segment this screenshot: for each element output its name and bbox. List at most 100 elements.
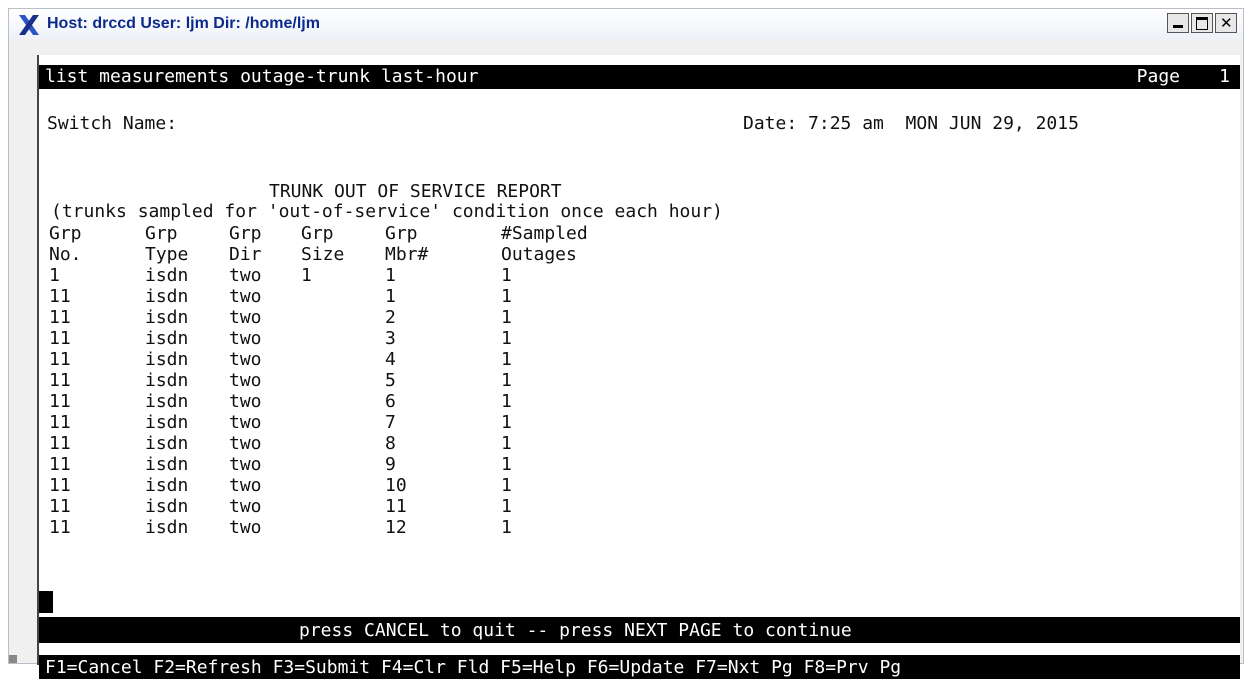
cell-grp-no: 11: [49, 454, 71, 475]
cell-grp-mbr: 3: [385, 328, 396, 349]
cell-grp-type: isdn: [145, 286, 189, 307]
cell-grp-type: isdn: [145, 433, 189, 454]
text-cursor: [39, 591, 53, 613]
cell-grp-mbr: 4: [385, 349, 396, 370]
cell-grp-no: 11: [49, 391, 71, 412]
cell-grp-type: Type: [145, 244, 189, 265]
cell-grp-type: isdn: [145, 412, 189, 433]
function-key-bar[interactable]: F1=Cancel F2=Refresh F3=Submit F4=Clr Fl…: [39, 655, 1240, 679]
table-row: 11 isdn two 5 1: [39, 370, 1240, 392]
cell-grp-type: isdn: [145, 328, 189, 349]
table-row: 11 isdn two 4 1: [39, 349, 1240, 371]
cell-grp-dir: Grp: [229, 223, 262, 244]
table-row: 11 isdn two 3 1: [39, 328, 1240, 350]
cell-grp-type: isdn: [145, 454, 189, 475]
cell-grp-dir: two: [229, 496, 262, 517]
cell-grp-mbr: 2: [385, 307, 396, 328]
cell-sampled-outages: 1: [501, 349, 512, 370]
cell-grp-no: 11: [49, 412, 71, 433]
cell-grp-mbr: 11: [385, 496, 407, 517]
cell-grp-no: No.: [49, 244, 82, 265]
cell-grp-mbr: Mbr#: [385, 244, 429, 265]
title-bar[interactable]: Host: drccd User: ljm Dir: /home/ljm ✕: [9, 9, 1243, 39]
cell-grp-no: 11: [49, 496, 71, 517]
cell-grp-mbr: Grp: [385, 223, 418, 244]
cell-grp-no: 11: [49, 349, 71, 370]
cell-grp-no: 11: [49, 328, 71, 349]
cell-grp-dir: two: [229, 370, 262, 391]
cell-grp-no: 11: [49, 370, 71, 391]
table-row: 11 isdn two 11 1: [39, 496, 1240, 518]
cell-sampled-outages: 1: [501, 475, 512, 496]
cell-grp-mbr: 6: [385, 391, 396, 412]
cell-grp-mbr: 5: [385, 370, 396, 391]
cell-grp-type: isdn: [145, 475, 189, 496]
function-key-legend: F1=Cancel F2=Refresh F3=Submit F4=Clr Fl…: [45, 657, 902, 678]
cell-grp-dir: two: [229, 475, 262, 496]
cell-sampled-outages: 1: [501, 370, 512, 391]
report-date: Date: 7:25 am MON JUN 29, 2015: [743, 113, 1079, 134]
cell-sampled-outages: 1: [501, 412, 512, 433]
minimize-button[interactable]: [1167, 13, 1189, 33]
cell-grp-size: Size: [301, 244, 345, 265]
table-row: 11 isdn two 10 1: [39, 475, 1240, 497]
cell-grp-no: 11: [49, 475, 71, 496]
cell-grp-dir: two: [229, 454, 262, 475]
cell-grp-type: isdn: [145, 391, 189, 412]
cell-grp-mbr: 7: [385, 412, 396, 433]
cell-grp-dir: two: [229, 265, 262, 286]
close-icon: ✕: [1220, 14, 1233, 32]
cell-grp-type: isdn: [145, 349, 189, 370]
cell-sampled-outages: 1: [501, 517, 512, 538]
page-label: Page: [1136, 66, 1180, 87]
cell-grp-dir: Dir: [229, 244, 262, 265]
cell-grp-mbr: 12: [385, 517, 407, 538]
table-row: 11 isdn two 2 1: [39, 307, 1240, 329]
table-row: 11 isdn two 8 1: [39, 433, 1240, 455]
table-row: 11 isdn two 1 1: [39, 286, 1240, 308]
cell-grp-no: 1: [49, 265, 60, 286]
cell-grp-mbr: 10: [385, 475, 407, 496]
status-message-bar: press CANCEL to quit -- press NEXT PAGE …: [39, 617, 1240, 643]
cell-grp-type: isdn: [145, 307, 189, 328]
cell-grp-dir: two: [229, 433, 262, 454]
window-title: Host: drccd User: ljm Dir: /home/ljm: [47, 15, 320, 32]
resize-grip[interactable]: [9, 655, 17, 663]
cell-grp-no: 11: [49, 433, 71, 454]
maximize-button[interactable]: [1191, 13, 1213, 33]
cell-sampled-outages: 1: [501, 454, 512, 475]
cell-grp-no: 11: [49, 517, 71, 538]
table-row: 11 isdn two 6 1: [39, 391, 1240, 413]
terminal-window: Host: drccd User: ljm Dir: /home/ljm ✕ l…: [8, 8, 1244, 679]
status-message: press CANCEL to quit -- press NEXT PAGE …: [299, 620, 852, 641]
close-button[interactable]: ✕: [1215, 13, 1237, 33]
cell-sampled-outages: Outages: [501, 244, 577, 265]
cell-grp-type: isdn: [145, 517, 189, 538]
cell-sampled-outages: 1: [501, 328, 512, 349]
page-number: 1: [1219, 66, 1230, 87]
table-row: 11 isdn two 12 1: [39, 517, 1240, 539]
report-subtitle: (trunks sampled for 'out-of-service' con…: [51, 201, 723, 222]
cell-sampled-outages: 1: [501, 391, 512, 412]
command-bar: list measurements outage-trunk last-hour…: [39, 65, 1240, 89]
cell-sampled-outages: 1: [501, 433, 512, 454]
cell-grp-dir: two: [229, 286, 262, 307]
cell-grp-size: 1: [301, 265, 312, 286]
cell-grp-mbr: 1: [385, 265, 396, 286]
cell-grp-type: isdn: [145, 370, 189, 391]
cell-grp-type: isdn: [145, 496, 189, 517]
table-header-row: No. Type Dir Size Mbr# Outages: [39, 244, 1240, 266]
cell-grp-dir: two: [229, 349, 262, 370]
terminal-screen[interactable]: list measurements outage-trunk last-hour…: [37, 55, 1240, 679]
cell-grp-no: 11: [49, 286, 71, 307]
command-text: list measurements outage-trunk last-hour: [45, 66, 479, 87]
cell-sampled-outages: 1: [501, 265, 512, 286]
switch-name-label: Switch Name:: [47, 113, 178, 134]
cell-grp-no: 11: [49, 307, 71, 328]
cell-grp-no: Grp: [49, 223, 82, 244]
cell-grp-dir: two: [229, 307, 262, 328]
cell-grp-mbr: 9: [385, 454, 396, 475]
cell-grp-size: Grp: [301, 223, 334, 244]
cell-sampled-outages: 1: [501, 286, 512, 307]
cell-grp-type: isdn: [145, 265, 189, 286]
